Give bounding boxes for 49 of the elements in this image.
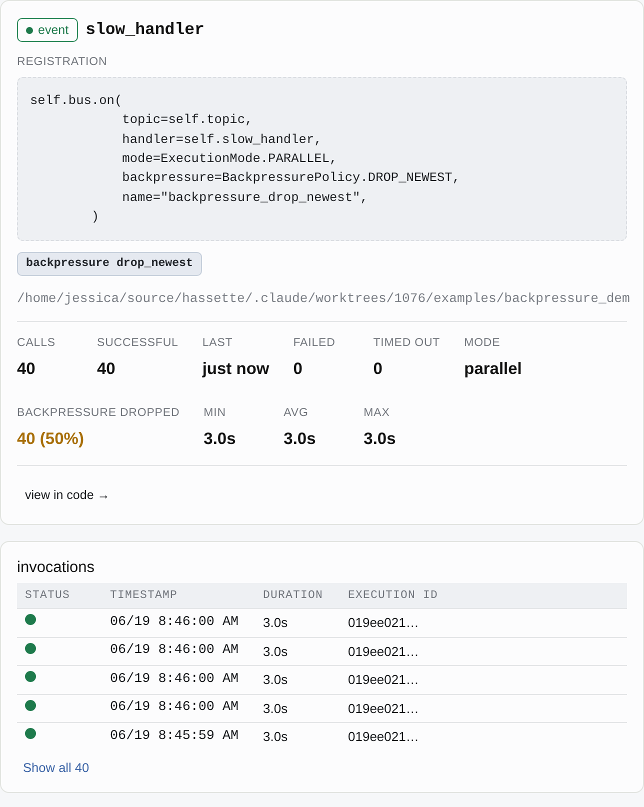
metric-label: LAST <box>202 336 234 350</box>
timestamp-cell: 06/19 8:46:00 AM <box>102 666 255 694</box>
dot-icon <box>26 26 33 34</box>
timestamp-cell: 06/19 8:46:00 AM <box>102 694 255 723</box>
execution-id-cell: 019ee021… <box>340 666 627 694</box>
duration-cell: 3.0s <box>255 694 340 723</box>
metric-value: 3.0s <box>364 428 397 450</box>
source-path: /home/jessica/source/hassette/.claude/worktrees/1076/examples/backpressure_dem <box>17 290 631 307</box>
execution-id-cell: 019ee021… <box>340 694 627 723</box>
metric-value: 3.0s <box>204 428 237 450</box>
metric-label: FAILED <box>293 336 336 350</box>
metric-label: MIN <box>204 406 227 420</box>
metric-value: 3.0s <box>284 428 317 450</box>
metric-value: 40 <box>17 358 36 380</box>
execution-id-cell: 019ee021… <box>340 722 627 752</box>
timestamp-cell: 06/19 8:46:00 AM <box>102 608 255 638</box>
code-block: self.bus.on( topic=self.topic, handler=self.slow_handler, mode=ExecutionMode.PARALLEL, backpressure=BackpressurePolicy.DROP_NEWEST, name="backpressure_drop_newest", ) <box>17 76 627 241</box>
metric-label: MODE <box>464 336 502 350</box>
column-header: DURATION <box>255 582 340 609</box>
execution-id-cell: 019ee021… <box>340 637 627 666</box>
execution-id-cell: 019ee021… <box>340 608 627 638</box>
handler-title: slow_handler <box>86 19 204 41</box>
metric-value: 40 (50%) <box>17 428 85 450</box>
metric-label: SUCCESSFUL <box>97 336 178 350</box>
duration-cell: 3.0s <box>255 722 340 752</box>
metric-label: TIMED OUT <box>373 336 440 350</box>
metric-value: just now <box>202 358 270 380</box>
timestamp-cell: 06/19 8:45:59 AM <box>102 722 255 752</box>
metric-value: 0 <box>373 358 384 380</box>
metric-value: parallel <box>464 358 522 380</box>
column-header: STATUS <box>17 582 102 609</box>
timestamp-cell: 06/19 8:46:00 AM <box>102 637 255 666</box>
metric-label: AVG <box>284 406 310 420</box>
metric-label: CALLS <box>17 336 56 350</box>
section-title: invocations <box>17 558 96 578</box>
section-label: REGISTRATION <box>17 54 108 69</box>
column-header: EXECUTION ID <box>340 582 627 609</box>
duration-cell: 3.0s <box>255 637 340 666</box>
metric-value: 40 <box>97 358 116 380</box>
view-in-code-link[interactable]: view in code → <box>17 484 118 506</box>
badge-label: event <box>38 22 69 39</box>
column-header: TIMESTAMP <box>102 582 255 609</box>
duration-cell: 3.0s <box>255 666 340 694</box>
metric-label: MAX <box>364 406 391 420</box>
duration-cell: 3.0s <box>255 608 340 638</box>
policy-tag: backpressure drop_newest <box>17 252 202 276</box>
show-all-link[interactable]: Show all 40 <box>17 757 96 780</box>
metric-value: 0 <box>293 358 304 380</box>
metric-label: BACKPRESSURE DROPPED <box>17 406 180 420</box>
